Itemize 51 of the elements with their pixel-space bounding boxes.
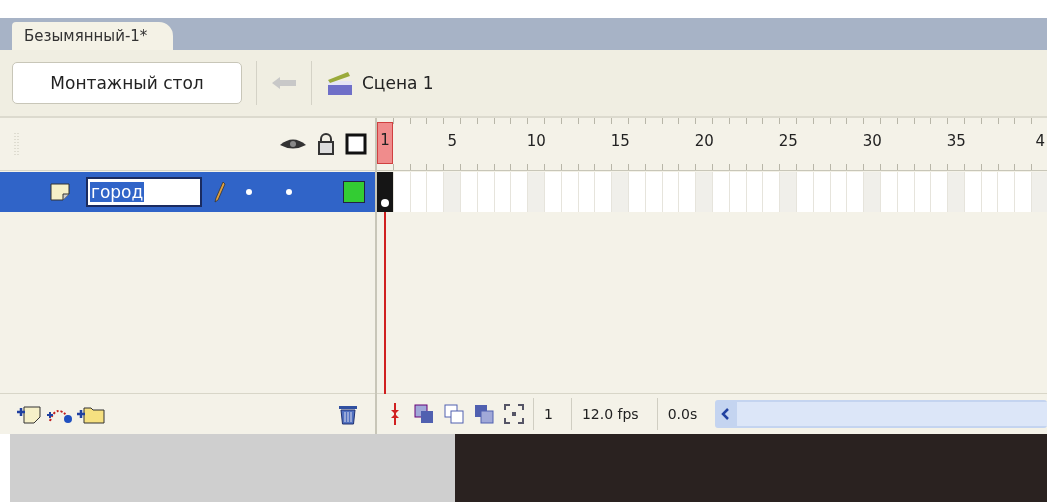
frame-cell[interactable] — [444, 172, 461, 212]
frame-cell[interactable] — [679, 172, 697, 212]
keyframe-cell[interactable] — [377, 172, 394, 212]
timeline-button[interactable]: Монтажный стол — [12, 62, 242, 104]
frame-cell[interactable] — [864, 172, 881, 212]
frame-cell[interactable] — [1015, 172, 1033, 212]
frame-cell[interactable] — [511, 172, 529, 212]
visibility-dot-icon[interactable] — [246, 189, 252, 195]
outline-square-icon[interactable] — [345, 133, 367, 155]
frame-number: 10 — [525, 132, 547, 150]
layer-icon — [50, 183, 70, 201]
frame-cell[interactable] — [847, 172, 865, 212]
elapsed-time: 0.0s — [656, 398, 708, 430]
frame-number: 20 — [693, 132, 715, 150]
new-layer-icon[interactable] — [16, 403, 44, 425]
frame-cell[interactable] — [763, 172, 781, 212]
frame-cell[interactable] — [612, 172, 629, 212]
frame-cell[interactable] — [780, 172, 797, 212]
frame-cell[interactable] — [427, 172, 445, 212]
horizontal-scrollbar[interactable] — [715, 400, 1047, 428]
scene-label[interactable]: Сцена 1 — [362, 73, 434, 93]
frame-number: 15 — [609, 132, 631, 150]
lock-icon[interactable] — [317, 133, 335, 155]
frame-number: 35 — [945, 132, 967, 150]
frame-number: 5 — [446, 132, 458, 150]
layer-row[interactable]: город — [0, 172, 375, 212]
drag-handle-icon[interactable] — [14, 132, 20, 156]
onion-outline-icon[interactable] — [443, 403, 465, 425]
layer-name-field[interactable]: город — [86, 177, 202, 207]
clapperboard-icon — [326, 70, 354, 96]
frame-rate[interactable]: 12.0 fps — [570, 398, 649, 430]
frame-cell[interactable] — [931, 172, 949, 212]
marker-range-icon[interactable] — [503, 403, 525, 425]
layer-color-swatch[interactable] — [343, 181, 365, 203]
frame-cell[interactable] — [696, 172, 713, 212]
lock-dot-icon[interactable] — [286, 189, 292, 195]
edit-frames-icon[interactable] — [473, 403, 495, 425]
frame-number: 30 — [861, 132, 883, 150]
frame-cell[interactable] — [1032, 172, 1047, 212]
frame-number: 4 — [1034, 132, 1046, 150]
frame-cell[interactable] — [948, 172, 965, 212]
frame-cell[interactable] — [998, 172, 1016, 212]
frame-cell[interactable] — [595, 172, 613, 212]
onion-skin-icon[interactable] — [413, 403, 435, 425]
current-frame: 1 — [533, 398, 563, 430]
back-arrow-icon[interactable] — [271, 76, 297, 90]
pencil-icon — [214, 181, 226, 203]
frame-cell[interactable] — [528, 172, 545, 212]
frame-number: 25 — [777, 132, 799, 150]
document-tab[interactable]: Безымянный-1* — [12, 22, 174, 50]
frame-number: 1 — [377, 122, 393, 164]
